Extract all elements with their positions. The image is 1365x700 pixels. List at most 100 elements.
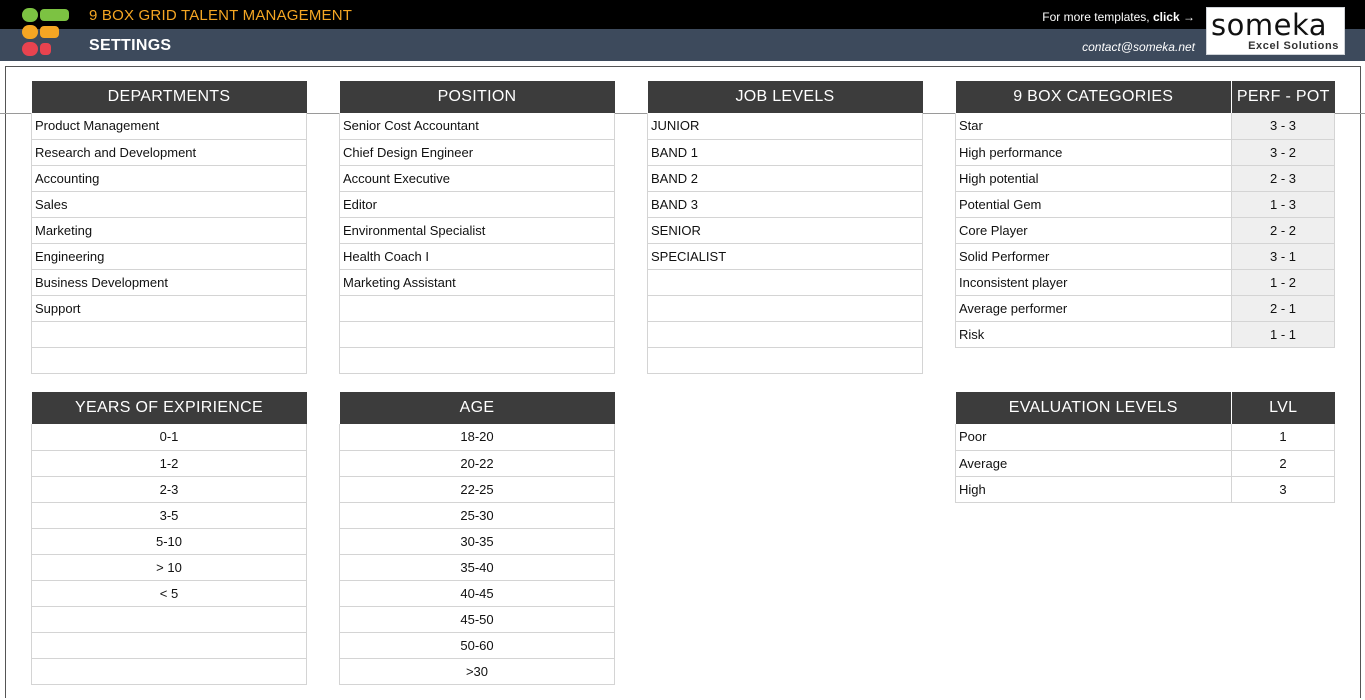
- experience-cell[interactable]: 2-3: [31, 476, 307, 503]
- templates-text: For more templates,: [1042, 10, 1153, 24]
- job-level-cell[interactable]: JUNIOR: [647, 113, 923, 140]
- position-cell[interactable]: Chief Design Engineer: [339, 139, 615, 166]
- table-row: Environmental Specialist: [339, 217, 615, 244]
- table-row: Senior Cost Accountant: [339, 113, 615, 140]
- perf-pot-cell[interactable]: 2 - 2: [1231, 217, 1335, 244]
- evaluation-name-cell[interactable]: Average: [955, 450, 1232, 477]
- perf-pot-cell[interactable]: 2 - 1: [1231, 295, 1335, 322]
- age-cell[interactable]: 40-45: [339, 580, 615, 607]
- position-cell[interactable]: Editor: [339, 191, 615, 218]
- experience-cell[interactable]: > 10: [31, 554, 307, 581]
- position-cell[interactable]: Senior Cost Accountant: [339, 113, 615, 140]
- evaluation-header: EVALUATION LEVELS: [955, 392, 1232, 424]
- job-level-cell[interactable]: [647, 269, 923, 296]
- experience-cell[interactable]: < 5: [31, 580, 307, 607]
- job-level-cell[interactable]: BAND 1: [647, 139, 923, 166]
- perf-pot-cell[interactable]: 2 - 3: [1231, 165, 1335, 192]
- table-row: Poor 1: [955, 424, 1335, 451]
- categories-table: 9 BOX CATEGORIES PERF - POT Star 3 - 3 Hig…: [955, 81, 1335, 348]
- position-cell[interactable]: [339, 321, 615, 348]
- department-cell[interactable]: Marketing: [31, 217, 307, 244]
- department-cell[interactable]: Product Management: [31, 113, 307, 140]
- category-name-cell[interactable]: Potential Gem: [955, 191, 1232, 218]
- job-level-cell[interactable]: [647, 321, 923, 348]
- evaluation-name-cell[interactable]: High: [955, 476, 1232, 503]
- experience-cell[interactable]: [31, 632, 307, 659]
- table-row: [647, 321, 923, 348]
- category-name-cell[interactable]: Risk: [955, 321, 1232, 348]
- position-cell[interactable]: Health Coach I: [339, 243, 615, 270]
- table-row: >30: [339, 658, 615, 685]
- category-name-cell[interactable]: High performance: [955, 139, 1232, 166]
- table-row: Support: [31, 295, 307, 322]
- job-level-cell[interactable]: SENIOR: [647, 217, 923, 244]
- table-row: Product Management: [31, 113, 307, 140]
- lvl-cell[interactable]: 3: [1231, 476, 1335, 503]
- job-level-cell[interactable]: BAND 3: [647, 191, 923, 218]
- perf-pot-cell[interactable]: 3 - 3: [1231, 113, 1335, 140]
- table-row: 40-45: [339, 580, 615, 607]
- lvl-cell[interactable]: 1: [1231, 424, 1335, 451]
- age-table: AGE 18-20 20-22 22-25 25-30 30-35 35-40 40-45 4…: [339, 392, 615, 685]
- job-level-cell[interactable]: SPECIALIST: [647, 243, 923, 270]
- table-row: Engineering: [31, 243, 307, 270]
- category-name-cell[interactable]: High potential: [955, 165, 1232, 192]
- job-level-cell[interactable]: BAND 2: [647, 165, 923, 192]
- position-cell[interactable]: Marketing Assistant: [339, 269, 615, 296]
- department-cell[interactable]: Engineering: [31, 243, 307, 270]
- perf-pot-cell[interactable]: 1 - 3: [1231, 191, 1335, 218]
- position-cell[interactable]: [339, 347, 615, 374]
- lvl-header: LVL: [1231, 392, 1335, 424]
- age-cell[interactable]: >30: [339, 658, 615, 685]
- table-row: Risk 1 - 1: [955, 321, 1335, 348]
- department-cell[interactable]: [31, 347, 307, 374]
- job-level-cell[interactable]: [647, 347, 923, 374]
- table-row: Marketing Assistant: [339, 269, 615, 296]
- age-cell[interactable]: 35-40: [339, 554, 615, 581]
- department-cell[interactable]: Research and Development: [31, 139, 307, 166]
- perf-pot-cell[interactable]: 1 - 1: [1231, 321, 1335, 348]
- experience-cell[interactable]: 1-2: [31, 450, 307, 477]
- category-name-cell[interactable]: Average performer: [955, 295, 1232, 322]
- department-cell[interactable]: Business Development: [31, 269, 307, 296]
- table-row: [31, 321, 307, 348]
- evaluation-name-cell[interactable]: Poor: [955, 424, 1232, 451]
- age-cell[interactable]: 20-22: [339, 450, 615, 477]
- department-cell[interactable]: Accounting: [31, 165, 307, 192]
- category-name-cell[interactable]: Inconsistent player: [955, 269, 1232, 296]
- more-templates-link[interactable]: For more templates, click →: [1042, 10, 1195, 24]
- position-cell[interactable]: [339, 295, 615, 322]
- contact-email-link[interactable]: contact@someka.net: [1082, 40, 1195, 54]
- experience-cell[interactable]: 3-5: [31, 502, 307, 529]
- department-cell[interactable]: Sales: [31, 191, 307, 218]
- position-cell[interactable]: Environmental Specialist: [339, 217, 615, 244]
- department-cell[interactable]: Support: [31, 295, 307, 322]
- perf-pot-cell[interactable]: 3 - 2: [1231, 139, 1335, 166]
- age-cell[interactable]: 18-20: [339, 424, 615, 451]
- job-level-cell[interactable]: [647, 295, 923, 322]
- perf-pot-cell[interactable]: 3 - 1: [1231, 243, 1335, 270]
- department-cell[interactable]: [31, 321, 307, 348]
- category-name-cell[interactable]: Core Player: [955, 217, 1232, 244]
- table-row: High performance 3 - 2: [955, 139, 1335, 166]
- category-name-cell[interactable]: Star: [955, 113, 1232, 140]
- experience-cell[interactable]: [31, 658, 307, 685]
- table-row: Inconsistent player 1 - 2: [955, 269, 1335, 296]
- experience-cell[interactable]: 0-1: [31, 424, 307, 451]
- table-row: Business Development: [31, 269, 307, 296]
- age-cell[interactable]: 30-35: [339, 528, 615, 555]
- age-cell[interactable]: 45-50: [339, 606, 615, 633]
- age-cell[interactable]: 22-25: [339, 476, 615, 503]
- age-cell[interactable]: 50-60: [339, 632, 615, 659]
- table-row: Star 3 - 3: [955, 113, 1335, 140]
- someka-logo[interactable]: someka Excel Solutions: [1206, 7, 1345, 55]
- experience-cell[interactable]: 5-10: [31, 528, 307, 555]
- lvl-cell[interactable]: 2: [1231, 450, 1335, 477]
- category-name-cell[interactable]: Solid Performer: [955, 243, 1232, 270]
- age-cell[interactable]: 25-30: [339, 502, 615, 529]
- table-row: Core Player 2 - 2: [955, 217, 1335, 244]
- perf-pot-cell[interactable]: 1 - 2: [1231, 269, 1335, 296]
- position-cell[interactable]: Account Executive: [339, 165, 615, 192]
- experience-cell[interactable]: [31, 606, 307, 633]
- templates-click[interactable]: click →: [1153, 10, 1195, 24]
